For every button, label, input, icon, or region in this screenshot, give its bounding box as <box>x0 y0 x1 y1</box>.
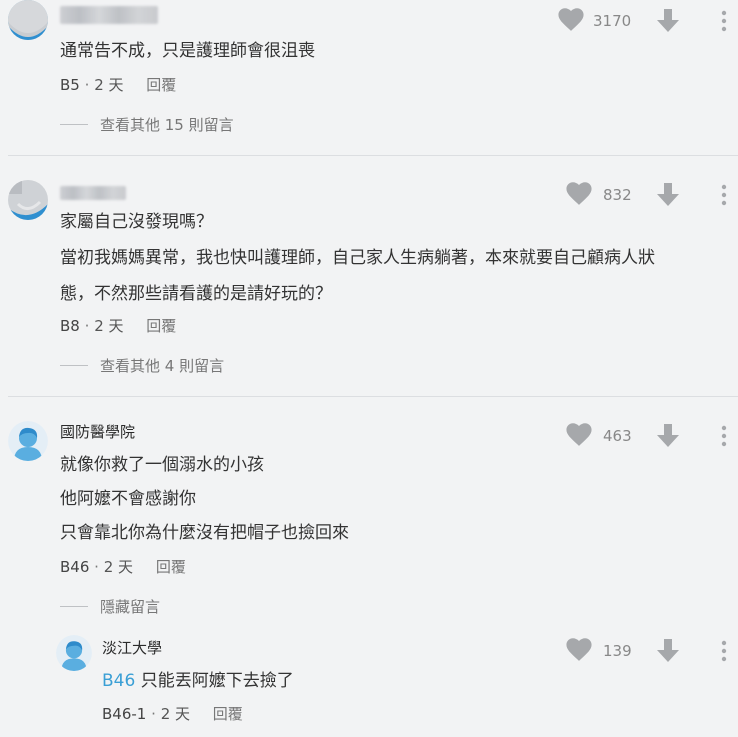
comment-b8: 832 家屬自己沒發現嗎？ 當初我媽媽異常，我也快叫護理師，自己家人生病躺著，本… <box>0 156 738 396</box>
meta-separator: · <box>94 558 99 576</box>
person-avatar-icon <box>8 180 48 220</box>
person-avatar-icon <box>8 0 48 40</box>
more-vertical-icon[interactable] <box>720 425 728 447</box>
comment-text-line: 當初我媽媽異常，我也快叫護理師，自己家人生病躺著，本來就要自己顧病人狀 <box>60 248 655 268</box>
floor-number[interactable]: B46-1 <box>102 705 146 723</box>
expand-replies-button[interactable]: 查看其他 15 則留言 <box>60 115 234 135</box>
reply-b46-1: 淡江大學 139 B46 只能丟阿嬤下去撿了 B46-1 · 2 天 回覆 <box>0 635 738 735</box>
comment-meta: B46-1 · 2 天 回覆 <box>102 704 243 724</box>
comment-text-line: 態，不然那些請看護的是請好玩的？ <box>60 284 332 304</box>
floor-number[interactable]: B46 <box>60 558 89 576</box>
comment-time: 2 天 <box>94 76 124 94</box>
heart-icon[interactable] <box>566 423 592 449</box>
comment-time: 2 天 <box>94 317 124 335</box>
floor-tag-link[interactable]: B46 <box>102 671 135 691</box>
comment-text-line: 他阿嬤不會感謝你 <box>60 489 196 509</box>
comment-meta: B5 · 2 天 回覆 <box>60 75 176 95</box>
author-name-blurred <box>60 186 126 200</box>
expand-dash <box>60 365 88 366</box>
reply-text-line: B46 只能丟阿嬤下去撿了 <box>102 669 294 693</box>
like-count: 832 <box>603 186 632 204</box>
floor-number[interactable]: B8 <box>60 317 80 335</box>
author-name[interactable]: 國防醫學院 <box>60 422 135 442</box>
down-arrow-icon[interactable] <box>656 423 680 449</box>
expand-label: 隱藏留言 <box>100 598 161 616</box>
expand-replies-button[interactable]: 查看其他 4 則留言 <box>60 356 224 376</box>
author-name-blurred <box>60 6 158 24</box>
avatar[interactable] <box>8 421 48 461</box>
comment-text-line: 只會靠北你為什麼沒有把帽子也撿回來 <box>60 523 349 543</box>
comment-meta: B46 · 2 天 回覆 <box>60 557 186 577</box>
more-vertical-icon[interactable] <box>720 10 728 32</box>
person-avatar-icon <box>56 635 92 671</box>
meta-separator: · <box>151 705 156 723</box>
like-count: 3170 <box>593 12 632 30</box>
comment-b46: 國防醫學院 463 就像你救了一個溺水的小孩 他阿嬤不會感謝你 只會靠北你為什麼… <box>0 397 738 737</box>
comment-text-line: 就像你救了一個溺水的小孩 <box>60 455 264 475</box>
avatar[interactable] <box>8 0 48 40</box>
down-arrow-icon[interactable] <box>656 182 680 208</box>
comment-time: 2 天 <box>103 558 134 576</box>
down-arrow-icon[interactable] <box>656 8 680 34</box>
comment-actions: 3170 <box>558 8 733 34</box>
heart-icon[interactable] <box>566 638 592 664</box>
meta-separator: · <box>84 76 90 94</box>
hide-replies-button[interactable]: 隱藏留言 <box>60 597 160 617</box>
reply-text: 只能丟阿嬤下去撿了 <box>140 671 294 691</box>
heart-icon[interactable] <box>558 8 584 34</box>
comment-b5: 3170 通常告不成，只是護理師會很沮喪 B5 · 2 天 回覆 查看其他 15… <box>0 0 738 156</box>
comment-actions: 139 <box>566 638 733 664</box>
expand-label: 查看其他 15 則留言 <box>100 116 234 134</box>
reply-button[interactable]: 回覆 <box>156 558 186 576</box>
heart-icon[interactable] <box>566 182 592 208</box>
more-vertical-icon[interactable] <box>720 184 728 206</box>
reply-button[interactable]: 回覆 <box>213 705 243 723</box>
floor-number[interactable]: B5 <box>60 76 80 94</box>
comment-meta: B8 · 2 天 回覆 <box>60 316 176 336</box>
avatar[interactable] <box>8 180 48 220</box>
comment-time: 2 天 <box>160 705 190 723</box>
meta-separator: · <box>84 317 90 335</box>
comment-actions: 832 <box>566 182 733 208</box>
down-arrow-icon[interactable] <box>656 638 680 664</box>
comment-text-line: 通常告不成，只是護理師會很沮喪 <box>60 41 315 61</box>
person-avatar-icon <box>8 421 48 461</box>
avatar[interactable] <box>56 635 92 671</box>
like-count: 463 <box>603 427 632 445</box>
like-count: 139 <box>603 642 632 660</box>
author-name[interactable]: 淡江大學 <box>102 638 162 658</box>
comment-actions: 463 <box>566 423 733 449</box>
expand-dash <box>60 606 88 607</box>
expand-label: 查看其他 4 則留言 <box>100 357 225 375</box>
more-vertical-icon[interactable] <box>720 640 728 662</box>
comment-text-line: 家屬自己沒發現嗎？ <box>60 212 213 232</box>
reply-button[interactable]: 回覆 <box>146 76 176 94</box>
reply-button[interactable]: 回覆 <box>146 317 176 335</box>
expand-dash <box>60 124 88 125</box>
